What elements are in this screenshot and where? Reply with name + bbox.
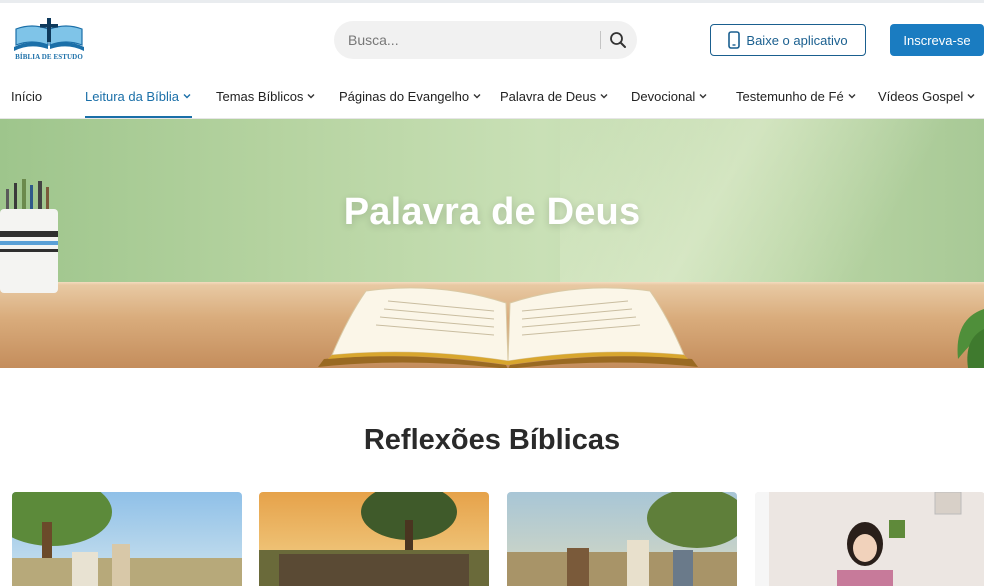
bible-logo-icon	[14, 18, 84, 51]
smartphone-icon	[728, 31, 741, 49]
search-icon	[610, 32, 626, 48]
nav-item-label: Leitura da Bíblia	[85, 88, 179, 104]
plant-leaves-image	[957, 309, 984, 368]
download-app-button[interactable]: Baixe o aplicativo	[710, 24, 866, 56]
nav-item-label: Palavra de Deus	[500, 88, 597, 104]
search-bar	[334, 21, 637, 59]
nav-item-label: Início	[11, 88, 43, 104]
site-logo[interactable]: BÍBLIA DE ESTUDO	[10, 17, 88, 63]
search-button[interactable]	[606, 28, 630, 52]
woman-smiling-indoors-image	[755, 492, 984, 586]
nav-item-testemunho-de-fe[interactable]: Testemunho de Fé	[736, 73, 857, 119]
open-bible-image	[318, 287, 698, 368]
chevron-down-icon	[599, 91, 609, 101]
logo-text: BÍBLIA DE ESTUDO	[15, 53, 83, 61]
reflection-card[interactable]	[755, 492, 984, 586]
nav-item-label: Páginas do Evangelho	[339, 88, 470, 104]
nav-item-label: Testemunho de Fé	[736, 88, 844, 104]
chevron-down-icon	[966, 91, 976, 101]
download-app-label: Baixe o aplicativo	[746, 32, 848, 48]
reflection-card[interactable]	[12, 492, 242, 586]
chevron-down-icon	[472, 91, 482, 101]
jesus-with-disciples-image	[507, 492, 737, 586]
nav-item-leitura-da-biblia[interactable]: Leitura da Bíblia	[85, 73, 192, 119]
chevron-down-icon	[847, 91, 857, 101]
section-title: Reflexões Bíblicas	[363, 424, 621, 456]
chevron-down-icon	[698, 91, 708, 101]
nav-item-inicio[interactable]: Início	[11, 73, 42, 119]
subscribe-button[interactable]: Inscreva-se	[890, 24, 984, 56]
main-nav: Início Leitura da Bíblia Temas Bíblicos …	[0, 73, 984, 119]
nav-item-label: Temas Bíblicos	[216, 88, 304, 104]
hero-title: Palavra de Deus	[343, 191, 641, 233]
nav-item-videos-gospel[interactable]: Vídeos Gospel	[878, 73, 976, 119]
reflection-card[interactable]	[259, 492, 489, 586]
jesus-with-woman-at-well-image	[12, 492, 242, 586]
search-input[interactable]	[348, 30, 588, 50]
nav-item-label: Devocional	[631, 88, 696, 104]
chevron-down-icon	[182, 91, 192, 101]
chevron-down-icon	[306, 91, 316, 101]
nav-item-paginas-do-evangelho[interactable]: Páginas do Evangelho	[339, 73, 482, 119]
nav-item-label: Vídeos Gospel	[878, 88, 964, 104]
hero-banner: Palavra de Deus	[0, 119, 984, 368]
nav-item-devocional[interactable]: Devocional	[631, 73, 708, 119]
site-header: BÍBLIA DE ESTUDO Baixe o aplicativo Insc…	[0, 3, 984, 73]
nav-item-palavra-de-deus[interactable]: Palavra de Deus	[500, 73, 609, 119]
nav-item-temas-biblicos[interactable]: Temas Bíblicos	[216, 73, 316, 119]
crowd-at-sunset-image	[259, 492, 489, 586]
reflection-card[interactable]	[507, 492, 737, 586]
search-divider	[600, 31, 601, 49]
